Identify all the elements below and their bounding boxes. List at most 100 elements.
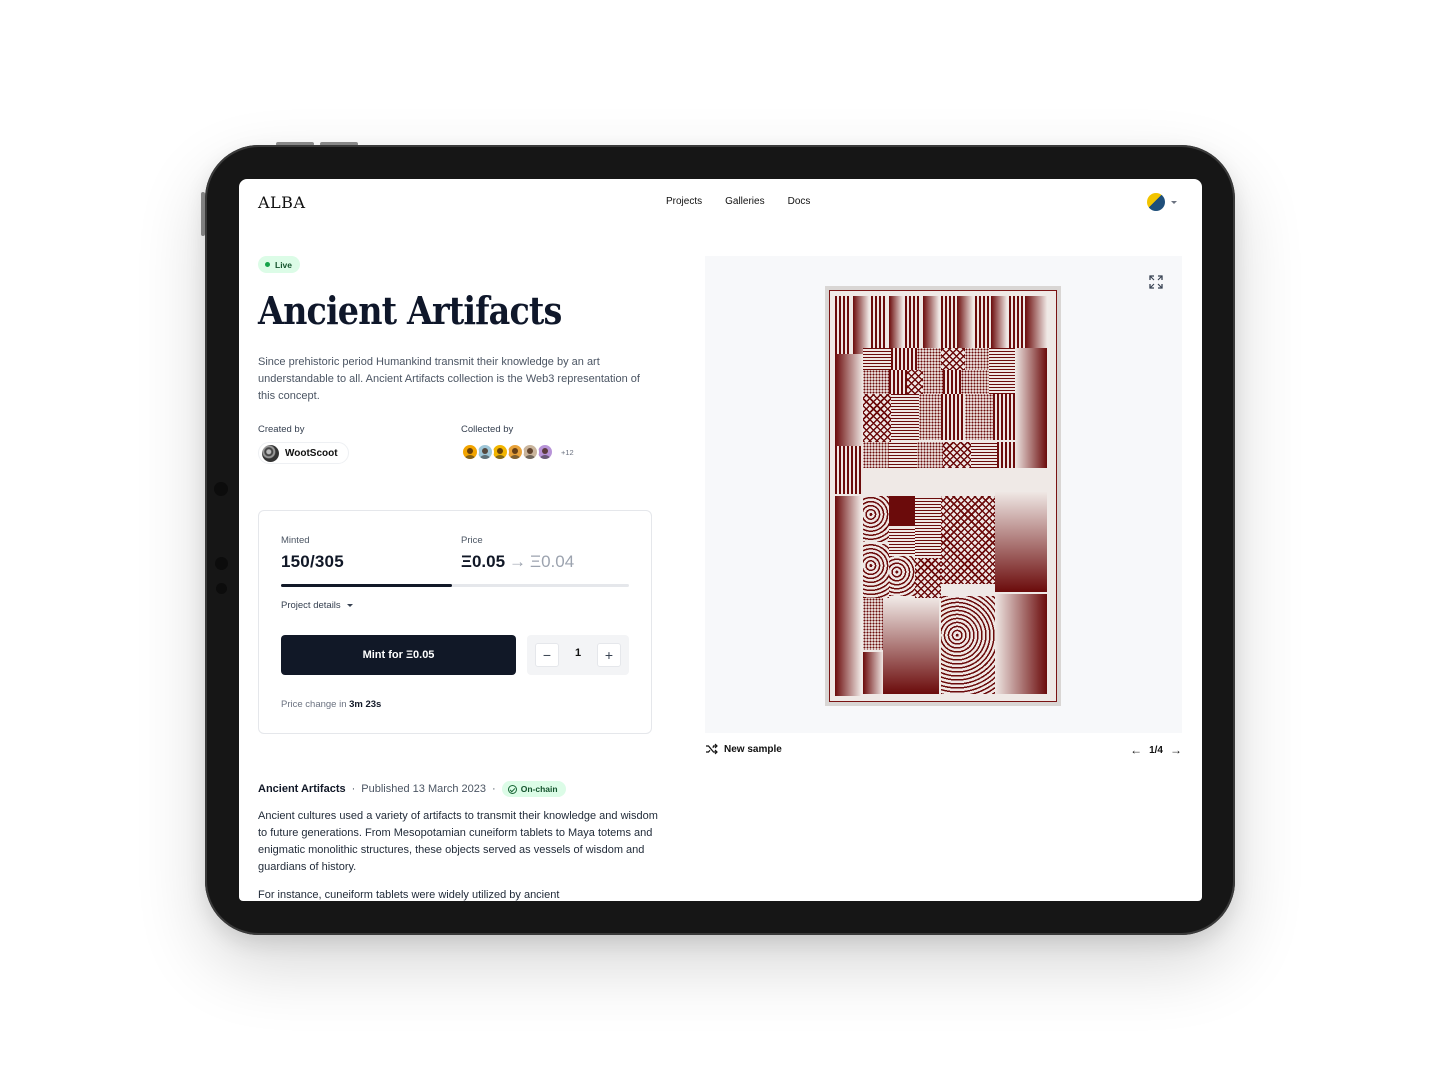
creator-chip[interactable]: WootScoot xyxy=(258,442,349,464)
project-details-label: Project details xyxy=(281,600,341,611)
mint-card: Minted 150/305 Price Ξ0.05 → Ξ0.04 Proje… xyxy=(258,510,652,734)
artwork-tile xyxy=(1015,392,1047,468)
artwork-tile xyxy=(905,296,921,354)
increment-button[interactable]: + xyxy=(597,643,621,667)
artwork-tile xyxy=(835,354,863,446)
creator-name: WootScoot xyxy=(285,447,338,459)
artwork-tile xyxy=(889,370,907,394)
avatar xyxy=(1147,193,1165,211)
logo[interactable]: ALBA xyxy=(258,193,306,212)
article-project-name: Ancient Artifacts xyxy=(258,783,346,795)
artwork-tile xyxy=(863,348,891,370)
artwork-tile xyxy=(1015,348,1047,392)
artwork-tile xyxy=(941,296,955,354)
price-change-timer: Price change in 3m 23s xyxy=(281,699,381,710)
preview-controls: New sample ← 1/4 → xyxy=(705,743,1182,761)
meta-separator: · xyxy=(492,783,496,795)
artwork-tile xyxy=(975,296,989,354)
artwork-tile xyxy=(863,370,889,394)
artwork-tile xyxy=(883,598,939,694)
nav-galleries[interactable]: Galleries xyxy=(725,196,764,207)
artwork-tile xyxy=(919,394,941,440)
artwork-tile xyxy=(915,496,941,556)
artwork-tile xyxy=(941,496,995,584)
artwork-tile xyxy=(835,296,851,354)
price-row: Ξ0.05 → Ξ0.04 xyxy=(461,552,574,572)
camera-icon xyxy=(214,482,228,496)
artwork-tile xyxy=(889,528,915,554)
artwork-tile xyxy=(943,370,961,394)
sample-pager: ← 1/4 → xyxy=(1130,743,1182,757)
collector-avatar[interactable] xyxy=(461,443,479,461)
artwork-tile xyxy=(965,394,993,440)
new-sample-label: New sample xyxy=(724,743,782,755)
article-published-date: Published 13 March 2023 xyxy=(361,783,487,795)
arrow-right-icon: → xyxy=(509,552,527,571)
arrow-left-icon[interactable]: ← xyxy=(1130,743,1142,757)
price-change-time: 3m 23s xyxy=(349,699,382,710)
artwork-tile xyxy=(941,348,965,370)
minted-label: Minted xyxy=(281,535,310,546)
meta-separator: · xyxy=(351,783,356,795)
artwork-tile xyxy=(991,296,1007,354)
shuffle-icon xyxy=(706,743,718,755)
artwork-tile xyxy=(907,370,923,394)
app-screen: ALBA Projects Galleries Docs Live Ancien… xyxy=(239,179,1202,901)
artwork-tile xyxy=(965,348,989,370)
created-by-label: Created by xyxy=(258,424,305,435)
artwork-frame xyxy=(829,290,1057,702)
onchain-badge-label: On-chain xyxy=(520,784,558,794)
pager-count: 1/4 xyxy=(1149,744,1163,756)
artwork-tile xyxy=(997,442,1015,468)
project-details-toggle[interactable]: Project details xyxy=(281,600,353,611)
artwork-tile xyxy=(891,348,917,370)
nav-projects[interactable]: Projects xyxy=(666,196,702,207)
live-dot-icon xyxy=(265,262,270,267)
minted-progress-fill xyxy=(281,584,452,587)
expand-icon[interactable] xyxy=(1149,275,1163,289)
article-paragraph: For instance, cuneiform tablets were wid… xyxy=(258,889,560,901)
artwork-tile xyxy=(995,492,1047,592)
price-label: Price xyxy=(461,535,483,546)
new-sample-button[interactable]: New sample xyxy=(705,743,782,755)
mint-button[interactable]: Mint for Ξ0.05 xyxy=(281,635,516,675)
sensor-icon xyxy=(215,557,228,570)
nav-docs[interactable]: Docs xyxy=(788,196,811,207)
artwork-tile xyxy=(917,442,943,468)
artwork-tile xyxy=(863,598,883,650)
collectors-list[interactable]: +12 xyxy=(461,443,574,461)
status-badge-label: Live xyxy=(275,259,293,270)
collectors-more-count[interactable]: +12 xyxy=(561,448,574,457)
artwork-tile xyxy=(993,394,1015,440)
article-paragraph: Ancient cultures used a variety of artif… xyxy=(258,810,658,873)
main-nav: Projects Galleries Docs xyxy=(666,196,810,207)
artwork-tile xyxy=(889,442,917,468)
minted-value: 150/305 xyxy=(281,552,344,571)
artwork-tile xyxy=(863,544,889,598)
artwork-tile xyxy=(863,496,889,542)
onchain-badge: On-chain xyxy=(501,781,566,797)
project-description: Since prehistoric period Humankind trans… xyxy=(258,356,640,402)
minted-progress-bar xyxy=(281,584,629,587)
artwork-tile xyxy=(989,348,1015,370)
artwork-tile xyxy=(1025,296,1047,354)
arrow-right-icon[interactable]: → xyxy=(1170,743,1182,757)
artwork-tile xyxy=(923,296,939,354)
artwork-tile xyxy=(891,394,919,440)
quantity-value[interactable]: 1 xyxy=(571,647,585,659)
artwork-tile xyxy=(863,394,891,442)
artwork-preview-panel xyxy=(705,256,1182,733)
article-meta: Ancient Artifacts · Published 13 March 2… xyxy=(258,781,566,797)
artwork-tile xyxy=(941,596,995,694)
decrement-button[interactable]: − xyxy=(535,643,559,667)
chevron-down-icon xyxy=(1171,200,1177,204)
artwork-tile xyxy=(989,370,1015,394)
artwork-image xyxy=(825,286,1061,706)
account-menu[interactable] xyxy=(1147,193,1177,211)
artwork-tile xyxy=(863,442,889,468)
artwork-tile xyxy=(961,370,989,394)
creator-avatar xyxy=(262,444,279,462)
artwork-tile xyxy=(917,348,941,370)
artwork-tile xyxy=(943,442,971,468)
sensor-icon xyxy=(216,583,227,594)
